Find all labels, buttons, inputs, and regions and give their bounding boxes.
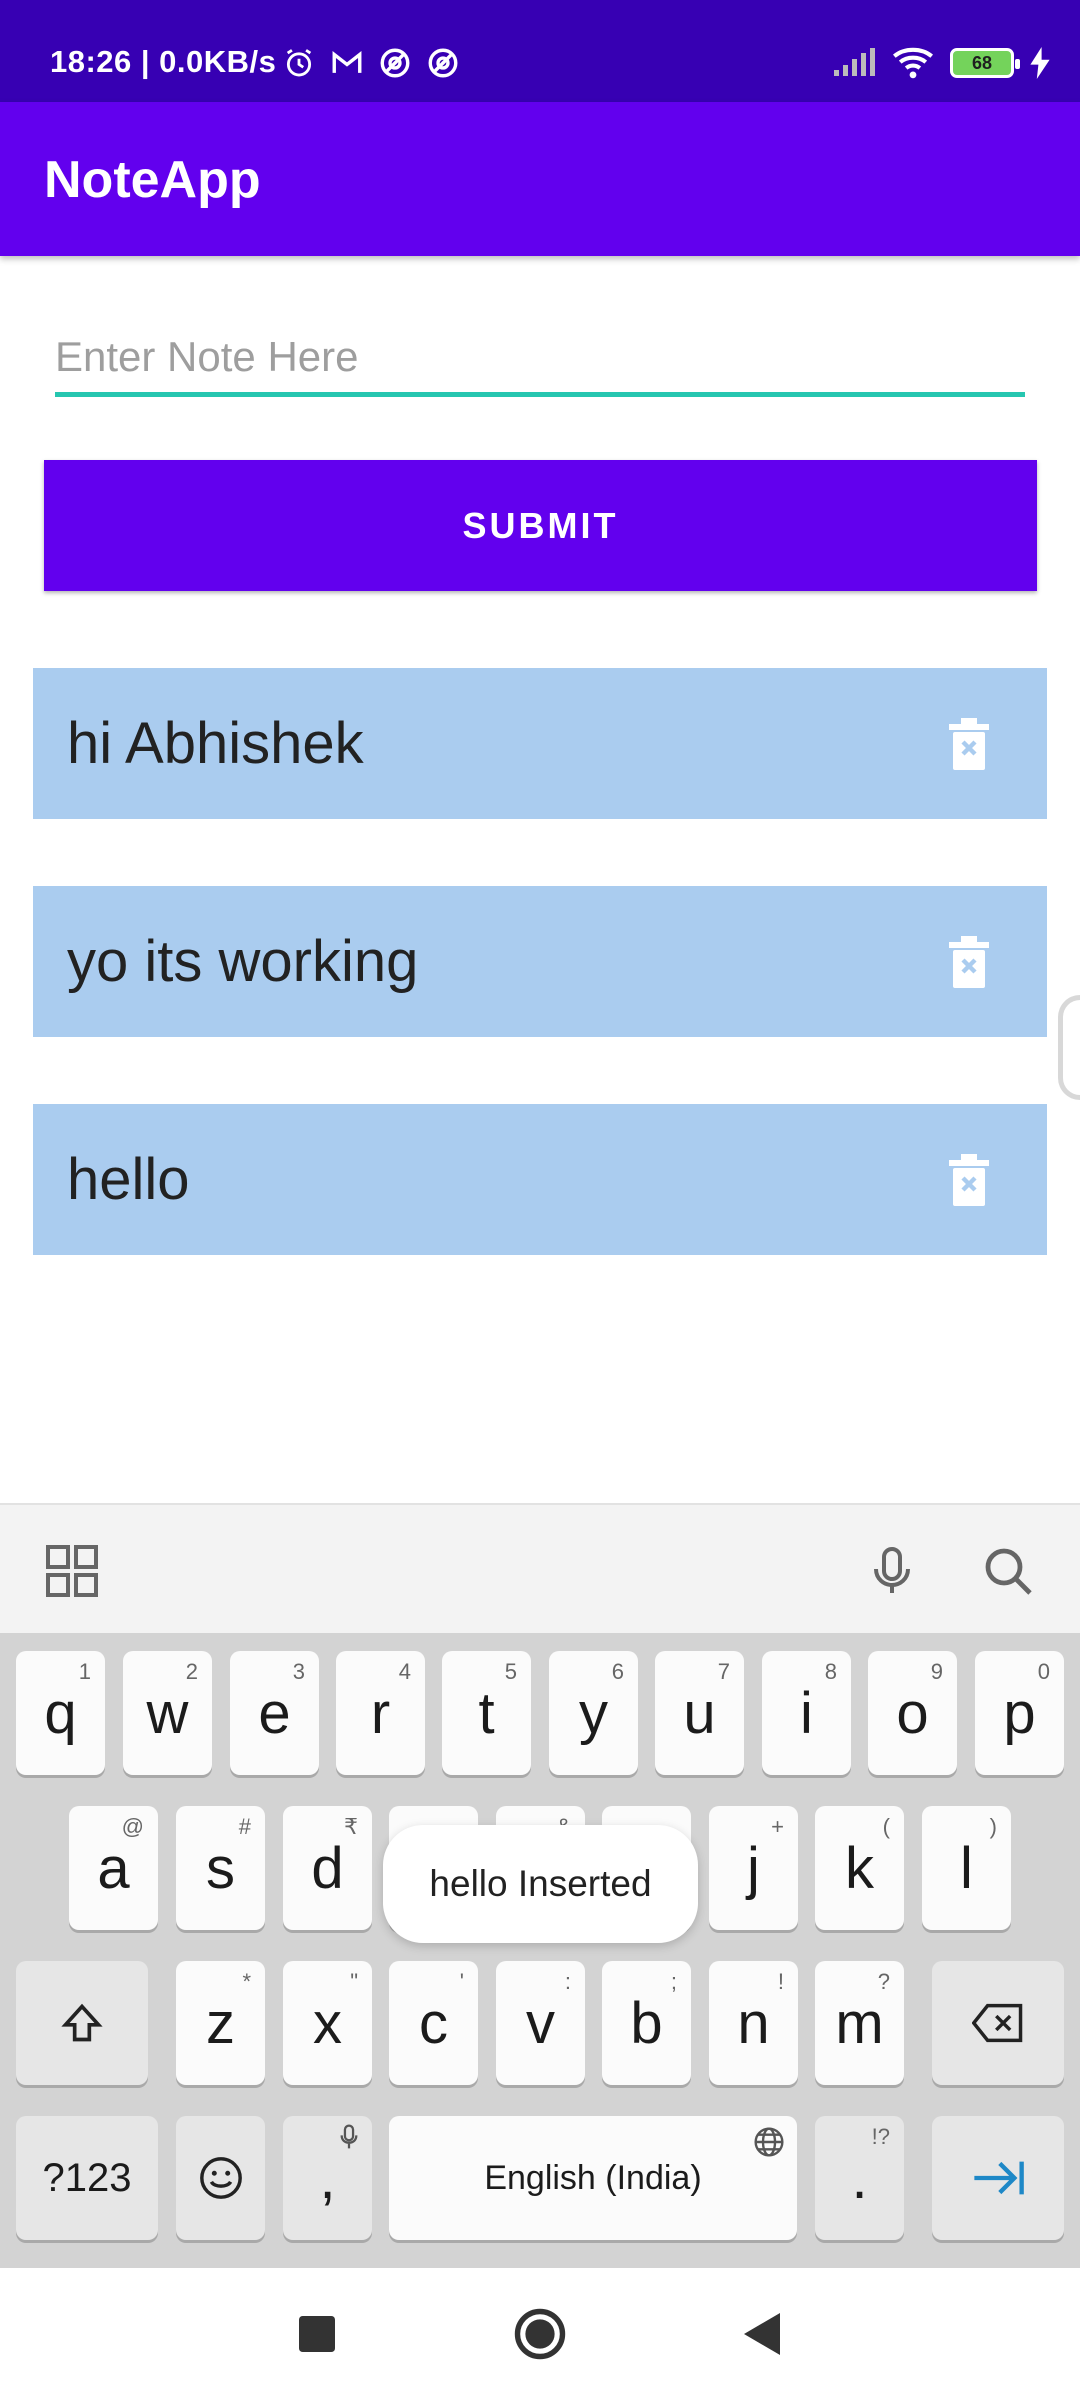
key-e[interactable]: e3: [230, 1651, 319, 1775]
back-icon[interactable]: [734, 2306, 790, 2362]
key-a[interactable]: a @: [69, 1806, 158, 1930]
key-i[interactable]: i8: [762, 1651, 851, 1775]
mic-small-icon: [340, 2124, 358, 2149]
app-title: NoteApp: [44, 151, 261, 209]
key-n[interactable]: n!: [709, 1961, 798, 2085]
key-p[interactable]: p0: [975, 1651, 1064, 1775]
submit-button[interactable]: SUBMIT: [44, 460, 1037, 591]
battery-icon: 68: [950, 48, 1020, 78]
key-v[interactable]: v:: [496, 1961, 585, 2085]
delete-icon[interactable]: [941, 1148, 997, 1212]
vpn-icon: [380, 48, 410, 78]
key-k[interactable]: k(: [815, 1806, 904, 1930]
key-y[interactable]: y6: [549, 1651, 638, 1775]
key-w[interactable]: w2: [123, 1651, 212, 1775]
keyboard-toolbar: [0, 1503, 1080, 1633]
key-c[interactable]: c ': [389, 1961, 478, 2085]
recents-icon[interactable]: [289, 2306, 345, 2362]
key-s[interactable]: s #: [176, 1806, 265, 1930]
gmail-icon: [332, 51, 362, 73]
backspace-icon: [972, 2003, 1023, 2043]
shift-arrow-icon: [61, 2003, 103, 2042]
key-u[interactable]: u7: [655, 1651, 744, 1775]
note-text: hello: [67, 1147, 190, 1212]
key-x[interactable]: x ": [283, 1961, 372, 2085]
note-text: hi Abhishek: [67, 711, 364, 776]
wifi-icon: [892, 47, 934, 79]
key-m[interactable]: m?: [815, 1961, 904, 2085]
shift-key[interactable]: [16, 1961, 148, 2085]
period-key[interactable]: .!?: [815, 2116, 904, 2240]
space-key[interactable]: English (India): [389, 2116, 797, 2240]
key-j[interactable]: j +: [709, 1806, 798, 1930]
delete-icon[interactable]: [941, 712, 997, 776]
comma-key[interactable]: ,: [283, 2116, 372, 2240]
signal-icon: [834, 48, 875, 76]
note-text: yo its working: [67, 929, 419, 994]
toast-message: hello Inserted: [383, 1825, 698, 1943]
edge-scroll-handle[interactable]: [1058, 995, 1080, 1100]
symbols-key[interactable]: ?123: [16, 2116, 158, 2240]
status-system-icons: 68: [832, 46, 1050, 80]
backspace-key[interactable]: [932, 1961, 1064, 2085]
status-time-speed: 18:26 | 0.0KB/s: [50, 44, 277, 79]
enter-key[interactable]: [932, 2116, 1064, 2240]
search-icon[interactable]: [982, 1545, 1034, 1597]
grid-icon[interactable]: [46, 1545, 98, 1597]
mic-icon[interactable]: [866, 1545, 918, 1597]
screen: 18:26 | 0.0KB/s 68 NoteApp SUBMIT hi Abh…: [0, 0, 1080, 2400]
key-r[interactable]: r4: [336, 1651, 425, 1775]
globe-icon: [754, 2127, 784, 2157]
key-z[interactable]: z *: [176, 1961, 265, 2085]
navigation-bar: [0, 2268, 1080, 2400]
emoji-icon: [199, 2157, 242, 2199]
app-bar: NoteApp: [0, 102, 1080, 256]
status-bar: 18:26 | 0.0KB/s 68: [0, 0, 1080, 102]
vpn-icon: [428, 48, 458, 78]
next-arrow-icon: [974, 2161, 1024, 2195]
home-icon[interactable]: [512, 2306, 568, 2362]
key-o[interactable]: o9: [868, 1651, 957, 1775]
key-q[interactable]: q1: [16, 1651, 105, 1775]
note-item[interactable]: hello: [33, 1104, 1047, 1255]
key-d[interactable]: d ₹: [283, 1806, 372, 1930]
key-l[interactable]: l): [922, 1806, 1011, 1930]
note-input[interactable]: [55, 325, 1025, 397]
charging-icon: [1030, 47, 1050, 79]
note-item[interactable]: yo its working: [33, 886, 1047, 1037]
note-item[interactable]: hi Abhishek: [33, 668, 1047, 819]
key-t[interactable]: t5: [442, 1651, 531, 1775]
status-notification-icons: [282, 46, 460, 80]
alarm-icon: [286, 49, 312, 77]
emoji-key[interactable]: [176, 2116, 265, 2240]
delete-icon[interactable]: [941, 930, 997, 994]
key-b[interactable]: b;: [602, 1961, 691, 2085]
